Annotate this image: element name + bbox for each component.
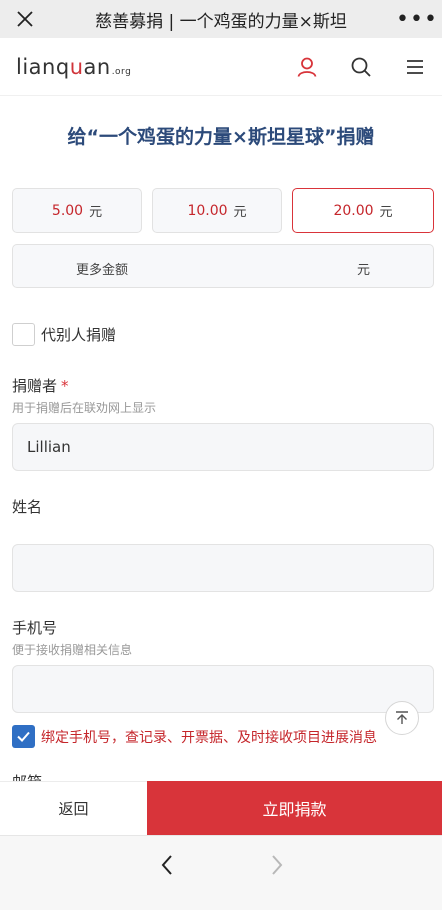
bind-phone-label: 绑定手机号，查记录、开票据、及时接收项目进展消息 — [41, 729, 377, 746]
amount-unit: 元 — [233, 205, 247, 220]
proxy-donation-row[interactable]: 代别人捐赠 — [12, 323, 116, 346]
action-bar: 返回 立即捐款 — [0, 781, 442, 835]
proxy-donation-label: 代别人捐赠 — [41, 326, 117, 344]
custom-amount-unit: 元 — [357, 263, 371, 278]
custom-amount-label: 更多金额 — [76, 263, 129, 278]
checkmark-icon — [17, 731, 30, 742]
search-button[interactable] — [334, 38, 388, 96]
amount-value: 5.00 — [51, 202, 84, 219]
donation-heading: 给“一个鸡蛋的力量×斯坦星球”捐赠 — [67, 126, 375, 148]
site-logo[interactable]: lianq u an .org — [16, 55, 280, 79]
arrow-up-icon — [396, 711, 408, 724]
user-button[interactable] — [280, 38, 334, 96]
logo-text-2: u — [69, 54, 84, 79]
email-label: 邮箱 — [12, 771, 42, 781]
back-button[interactable]: 返回 — [0, 781, 147, 835]
amount-value: 20.00 — [333, 202, 374, 219]
hamburger-menu-icon — [407, 59, 423, 74]
nav-back-button[interactable] — [152, 850, 182, 880]
bind-phone-checkbox[interactable] — [12, 725, 35, 748]
amount-option-5[interactable]: 5.00 元 — [12, 188, 142, 233]
custom-amount-input[interactable]: 更多金额 元 — [12, 244, 434, 288]
chevron-right-icon — [272, 855, 283, 875]
logo-text-3: an — [83, 54, 111, 79]
close-icon — [17, 11, 33, 27]
logo-suffix: .org — [111, 66, 132, 77]
user-icon — [297, 57, 317, 77]
site-header: lianq u an .org — [0, 38, 442, 96]
donor-input[interactable]: Lillian — [12, 423, 434, 471]
nav-forward-button[interactable] — [262, 850, 292, 880]
donate-now-button[interactable]: 立即捐款 — [147, 781, 442, 835]
more-menu-button[interactable]: ••• — [392, 0, 442, 38]
amount-option-20-selected[interactable]: 20.00 元 — [292, 188, 434, 233]
browser-nav-bar — [0, 835, 442, 910]
page-title: 慈善募捐 | 一个鸡蛋的力量×斯坦 — [95, 11, 347, 32]
donor-hint: 用于捐赠后在联劝网上显示 — [12, 401, 157, 415]
donor-label-text: 捐赠者 — [12, 377, 58, 395]
search-icon — [351, 57, 371, 77]
chevron-left-icon — [161, 855, 172, 875]
phone-input[interactable] — [12, 665, 434, 713]
name-label: 姓名 — [12, 498, 43, 516]
menu-button[interactable] — [388, 38, 442, 96]
amount-unit: 元 — [89, 205, 103, 220]
donor-label: 捐赠者 * — [12, 375, 69, 396]
required-mark: * — [61, 377, 69, 395]
bind-phone-row[interactable]: 绑定手机号，查记录、开票据、及时接收项目进展消息 — [12, 725, 377, 748]
amount-option-10[interactable]: 10.00 元 — [152, 188, 282, 233]
logo-text-1: lianq — [16, 54, 70, 79]
amount-value: 10.00 — [187, 202, 228, 219]
close-button[interactable] — [0, 0, 50, 38]
name-input[interactable] — [12, 544, 434, 592]
amount-unit: 元 — [379, 205, 393, 220]
proxy-donation-checkbox[interactable] — [12, 323, 35, 346]
phone-label: 手机号 — [12, 619, 58, 637]
wechat-title-bar: 慈善募捐 | 一个鸡蛋的力量×斯坦 ••• — [0, 0, 442, 38]
back-to-top-button[interactable] — [385, 701, 419, 735]
phone-hint: 便于接收捐赠相关信息 — [12, 643, 133, 657]
